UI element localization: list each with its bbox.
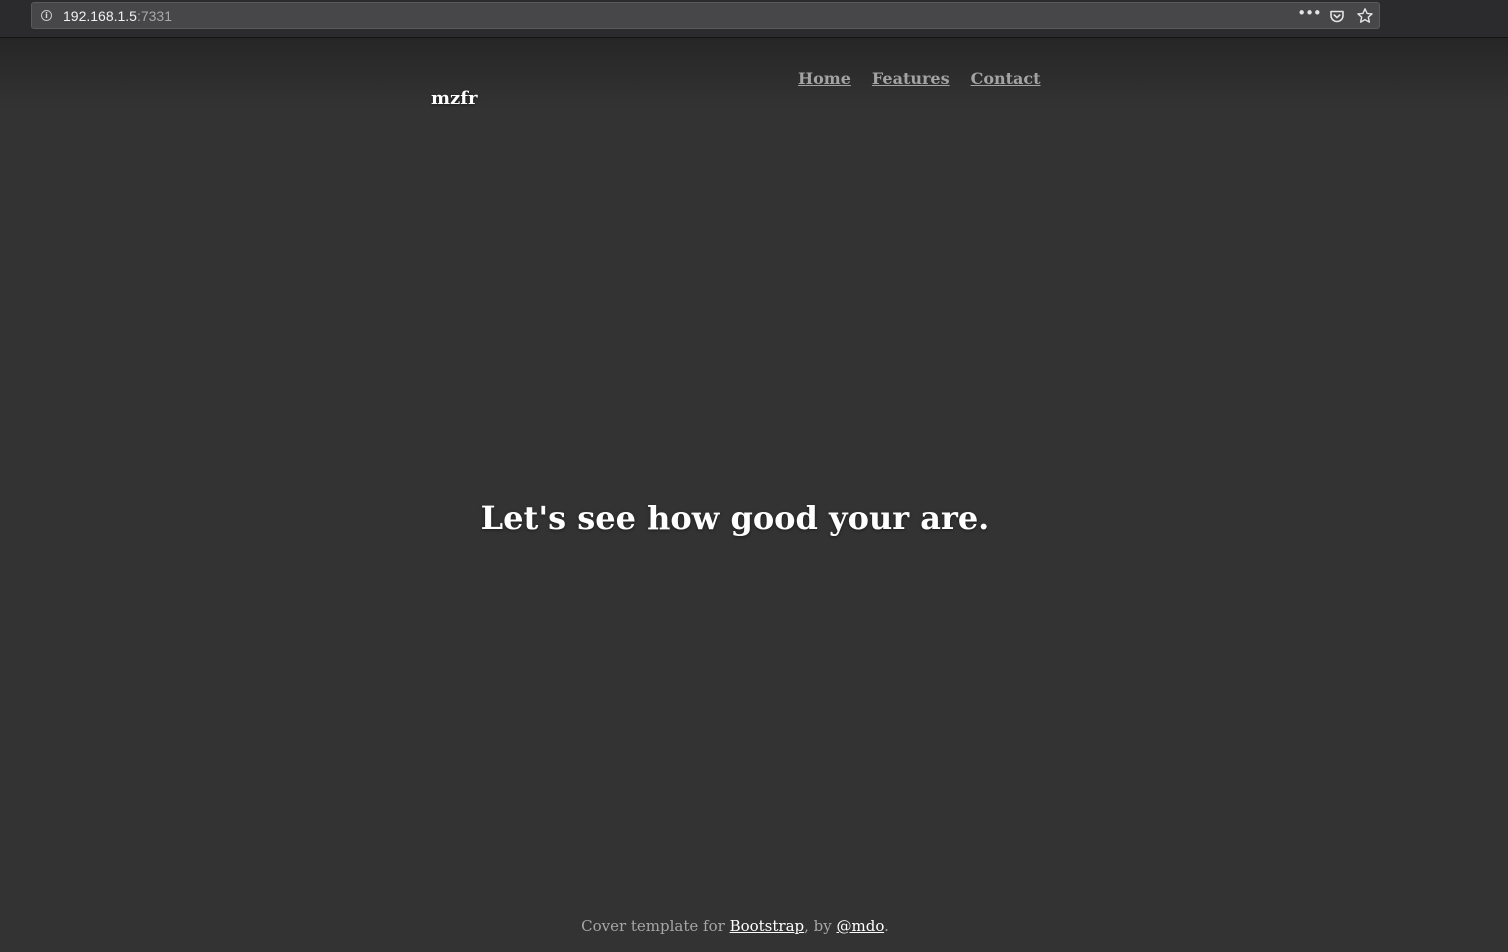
pocket-icon[interactable] — [1323, 3, 1351, 28]
url-port: :7331 — [136, 8, 173, 24]
address-bar-actions: ••• — [1295, 3, 1379, 28]
nav-features-link[interactable]: Features — [872, 68, 950, 90]
browser-toolbar: i 192.168.1.5:7331 ••• — [0, 0, 1508, 37]
author-link[interactable]: @mdo — [837, 917, 885, 935]
footer-prefix: Cover template for — [581, 917, 730, 935]
cover-heading: Let's see how good your are. — [480, 499, 990, 537]
info-icon[interactable]: i — [41, 10, 52, 21]
footer-suffix: . — [884, 917, 889, 935]
main-nav: Home Features Contact — [798, 68, 1041, 90]
nav-home-link[interactable]: Home — [798, 68, 851, 90]
url-text[interactable]: 192.168.1.5:7331 — [63, 8, 172, 24]
address-bar[interactable]: i 192.168.1.5:7331 ••• — [31, 2, 1380, 29]
url-host: 192.168.1.5 — [63, 8, 137, 24]
footer-middle: , by — [804, 917, 837, 935]
site-brand: mzfr — [431, 88, 478, 109]
nav-contact-link[interactable]: Contact — [971, 68, 1041, 90]
bootstrap-link[interactable]: Bootstrap — [730, 917, 805, 935]
footer: Cover template for Bootstrap, by @mdo. — [0, 915, 1470, 937]
bookmark-star-icon[interactable] — [1351, 3, 1379, 28]
masthead-background — [0, 38, 1508, 108]
more-dots-icon[interactable]: ••• — [1295, 1, 1323, 26]
